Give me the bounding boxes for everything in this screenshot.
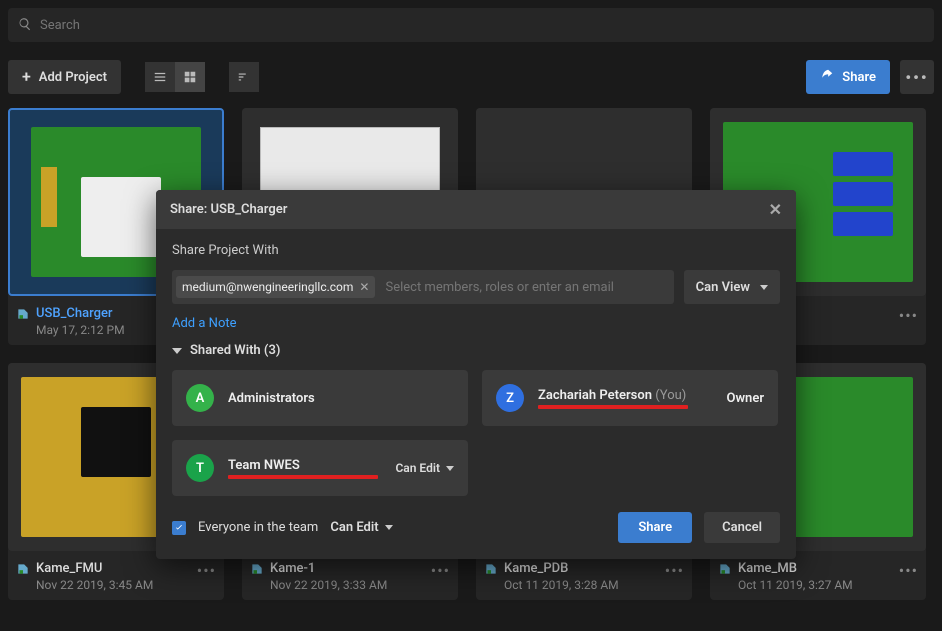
project-more-button[interactable]: ••• xyxy=(429,561,452,580)
chevron-down-icon xyxy=(172,348,182,354)
recipient-chip-text: medium@nwengineeringllc.com xyxy=(182,280,353,294)
dots-horizontal-icon: ••• xyxy=(197,561,216,580)
chevron-down-icon xyxy=(446,466,454,471)
toolbar: + Add Project Share ••• xyxy=(0,50,942,108)
search-icon xyxy=(18,16,32,35)
cancel-button[interactable]: Cancel xyxy=(704,512,780,543)
avatar: T xyxy=(186,454,214,482)
project-type-icon xyxy=(16,561,30,580)
project-date: Oct 11 2019, 3:28 AM xyxy=(504,578,657,592)
chevron-down-icon xyxy=(760,285,768,290)
project-more-button[interactable]: ••• xyxy=(897,561,920,580)
dialog-footer: Everyone in the team Can Edit Share Canc… xyxy=(172,508,780,543)
project-date: Nov 22 2019, 3:33 AM xyxy=(270,578,423,592)
member-name: Administrators xyxy=(228,391,454,406)
add-note-link[interactable]: Add a Note xyxy=(172,316,780,331)
dots-horizontal-icon: ••• xyxy=(899,306,918,325)
you-indicator: (You) xyxy=(655,388,686,403)
everyone-permission-label: Can Edit xyxy=(330,520,378,535)
share-recipients-input[interactable]: medium@nwengineeringllc.com ✕ xyxy=(172,270,674,304)
project-more-button[interactable]: ••• xyxy=(195,561,218,580)
project-date: Nov 22 2019, 3:45 AM xyxy=(36,578,189,592)
shared-with-item: Z Zachariah Peterson (You) Owner xyxy=(482,370,778,426)
project-more-button[interactable]: ••• xyxy=(663,561,686,580)
toolbar-more-button[interactable]: ••• xyxy=(900,60,934,94)
share-dialog: Share: USB_Charger ✕ Share Project With … xyxy=(156,190,796,559)
avatar: A xyxy=(186,384,214,412)
member-name: Team NWES xyxy=(228,458,381,473)
search-input[interactable] xyxy=(40,18,924,33)
avatar: Z xyxy=(496,384,524,412)
project-type-icon xyxy=(718,561,732,580)
check-icon xyxy=(174,523,184,533)
list-view-button[interactable] xyxy=(145,62,175,92)
dialog-title: Share: USB_Charger xyxy=(170,202,287,217)
shared-with-label: Shared With (3) xyxy=(190,343,280,358)
sort-button[interactable] xyxy=(229,62,259,92)
dots-horizontal-icon: ••• xyxy=(899,561,918,580)
shared-with-item: A Administrators xyxy=(172,370,468,426)
close-icon: ✕ xyxy=(359,280,369,294)
shared-with-toggle[interactable]: Shared With (3) xyxy=(172,343,780,358)
redacted-email xyxy=(538,405,688,409)
permission-label: Can Edit xyxy=(395,461,440,475)
dialog-close-button[interactable]: ✕ xyxy=(769,200,782,219)
recipient-chip: medium@nwengineeringllc.com ✕ xyxy=(176,276,375,298)
project-type-icon xyxy=(250,561,264,580)
shared-with-list: A Administrators Z Zachariah Peterson (You)… xyxy=(172,370,780,496)
share-submit-button[interactable]: Share xyxy=(618,512,692,543)
everyone-permission-dropdown[interactable]: Can Edit xyxy=(330,520,392,535)
project-name: Kame_FMU xyxy=(36,561,189,576)
share-button[interactable]: Share xyxy=(806,60,890,94)
view-toggle-group xyxy=(145,62,205,92)
everyone-label: Everyone in the team xyxy=(198,520,318,535)
project-name: Kame_PDB xyxy=(504,561,657,576)
project-type-icon xyxy=(16,306,30,325)
plus-icon: + xyxy=(22,69,31,85)
project-type-icon xyxy=(484,561,498,580)
grid-view-button[interactable] xyxy=(175,62,205,92)
close-icon: ✕ xyxy=(769,200,782,219)
shared-with-item: T Team NWES Can Edit xyxy=(172,440,468,496)
recipients-text-input[interactable] xyxy=(381,280,669,295)
dialog-header: Share: USB_Charger ✕ xyxy=(156,190,796,229)
search-bar[interactable] xyxy=(8,8,934,42)
member-name: Zachariah Peterson (You) xyxy=(538,388,713,403)
add-project-button[interactable]: + Add Project xyxy=(8,60,121,94)
dots-horizontal-icon: ••• xyxy=(431,561,450,580)
share-icon xyxy=(820,68,834,86)
share-label: Share xyxy=(842,70,876,85)
share-permission-dropdown[interactable]: Can View xyxy=(684,270,780,304)
chip-remove-button[interactable]: ✕ xyxy=(359,280,369,294)
project-name: Kame_MB xyxy=(738,561,891,576)
owner-badge: Owner xyxy=(727,391,765,406)
project-date: Oct 11 2019, 3:27 AM xyxy=(738,578,891,592)
permission-label: Can View xyxy=(696,280,750,295)
dots-horizontal-icon: ••• xyxy=(905,68,928,87)
project-more-button[interactable]: ••• xyxy=(897,306,920,325)
member-permission-dropdown[interactable]: Can Edit xyxy=(395,461,454,475)
redacted-email xyxy=(228,475,378,479)
project-name: Kame-1 xyxy=(270,561,423,576)
share-with-label: Share Project With xyxy=(172,243,780,258)
dots-horizontal-icon: ••• xyxy=(665,561,684,580)
chevron-down-icon xyxy=(385,525,393,530)
add-project-label: Add Project xyxy=(39,70,107,85)
everyone-checkbox[interactable] xyxy=(172,521,186,535)
